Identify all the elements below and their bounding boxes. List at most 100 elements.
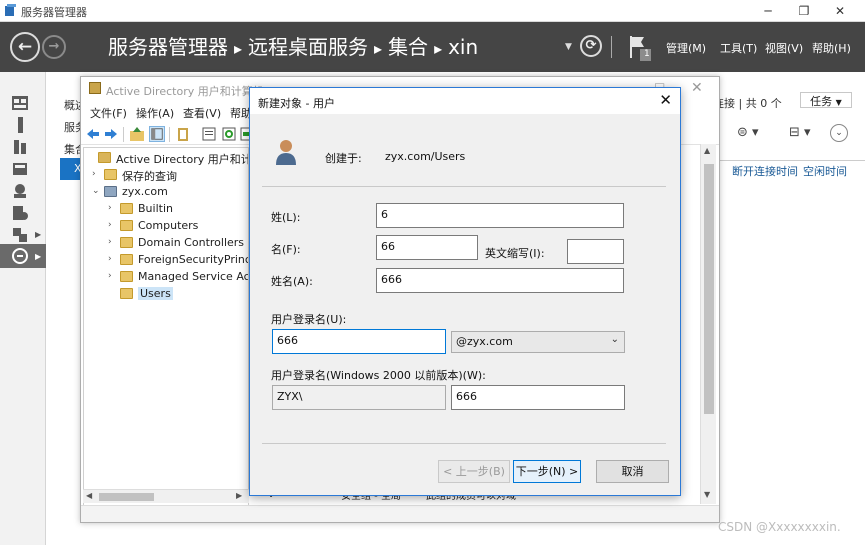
folder-icon bbox=[120, 288, 133, 299]
column-header-divider bbox=[718, 160, 865, 161]
refresh-icon[interactable] bbox=[221, 126, 237, 142]
tree-expander-icon[interactable]: › bbox=[108, 220, 118, 230]
scroll-down-icon[interactable]: ▼ bbox=[704, 490, 710, 499]
tree-horizontal-scrollbar[interactable]: ◀ ▶ bbox=[83, 489, 249, 503]
logon-name-label: 用户登录名(U): bbox=[271, 313, 347, 326]
aduc-close-button[interactable]: ✕ bbox=[691, 80, 703, 96]
menu-help[interactable]: 帮助(H) bbox=[812, 40, 851, 56]
show-tree-icon[interactable] bbox=[149, 126, 165, 142]
scroll-thumb[interactable] bbox=[99, 493, 154, 501]
scroll-left-icon[interactable]: ◀ bbox=[86, 491, 92, 500]
properties-icon[interactable] bbox=[201, 126, 217, 142]
scroll-up-icon[interactable]: ▲ bbox=[704, 146, 710, 155]
tree-item-label: Domain Controllers bbox=[138, 236, 245, 249]
collapse-section-icon[interactable]: ⌄ bbox=[830, 124, 848, 142]
expand-arrow-icon[interactable]: ▶ bbox=[35, 252, 41, 261]
rds-role-icon[interactable] bbox=[11, 204, 29, 222]
tree-item-label: Computers bbox=[138, 219, 199, 232]
tree-item-label: 保存的查询 bbox=[122, 170, 177, 183]
folder-icon bbox=[120, 237, 133, 248]
aduc-menu-action[interactable]: 操作(A) bbox=[136, 105, 174, 121]
tasks-dropdown-label: 任务 bbox=[810, 95, 833, 108]
restore-button[interactable]: ❐ bbox=[789, 2, 819, 20]
scroll-thumb[interactable] bbox=[704, 164, 714, 414]
folder-icon bbox=[120, 254, 133, 265]
initials-field[interactable] bbox=[567, 239, 624, 264]
menu-view[interactable]: 视图(V) bbox=[765, 40, 803, 56]
clipboard-icon[interactable] bbox=[175, 126, 191, 142]
upn-suffix-dropdown[interactable]: @zyx.com ⌄ bbox=[451, 331, 625, 353]
list-view-icon[interactable]: ⊜ ▾ bbox=[737, 125, 759, 140]
next-button[interactable]: 下一步(N) > bbox=[513, 460, 581, 483]
toolbar-separator bbox=[169, 127, 170, 142]
tree-expander-icon[interactable]: › bbox=[92, 169, 102, 179]
tree-expander-icon[interactable]: › bbox=[108, 254, 118, 264]
created-in-value: zyx.com/Users bbox=[385, 150, 466, 163]
scroll-right-icon[interactable]: ▶ bbox=[236, 491, 242, 500]
domain-icon bbox=[104, 186, 117, 197]
iis-icon[interactable] bbox=[11, 182, 29, 200]
column-disconnect-time[interactable]: 断开连接时间 bbox=[732, 163, 798, 179]
collection-selected-item[interactable]: X bbox=[60, 158, 82, 180]
tree-item-label: ForeignSecurityPrincipals bbox=[138, 253, 248, 266]
history-dropdown-icon[interactable]: ▼ bbox=[565, 42, 572, 52]
tree-expander-icon[interactable]: ⌄ bbox=[92, 186, 102, 196]
window-title: 服务器管理器 bbox=[21, 6, 87, 19]
tree-item-label: Builtin bbox=[138, 202, 173, 215]
back-button[interactable]: < 上一步(B) bbox=[438, 460, 510, 483]
dialog-titlebar: 新建对象 - 用户 ✕ bbox=[250, 88, 680, 114]
watermark: CSDN @Xxxxxxxxin. bbox=[718, 520, 841, 534]
breadcrumb-separator-icon: ▸ bbox=[434, 39, 443, 58]
column-idle-time[interactable]: 空闲时间 bbox=[803, 163, 847, 179]
dialog-close-button[interactable]: ✕ bbox=[659, 91, 672, 109]
up-folder-icon[interactable] bbox=[129, 126, 145, 142]
remote-desktop-icon[interactable] bbox=[11, 247, 29, 265]
expand-arrow-icon[interactable]: ▶ bbox=[35, 230, 41, 239]
folder-icon bbox=[120, 220, 133, 231]
first-name-field[interactable]: 66 bbox=[376, 235, 478, 260]
connections-status: 连接 | 共 0 个 bbox=[713, 97, 782, 110]
menu-tools[interactable]: 工具(T) bbox=[720, 40, 757, 56]
local-server-icon[interactable] bbox=[11, 116, 29, 134]
chevron-down-icon: ▼ bbox=[835, 98, 842, 107]
tree-expander-icon[interactable]: › bbox=[108, 237, 118, 247]
back-icon[interactable] bbox=[85, 126, 101, 142]
breadcrumb-item-server-manager[interactable]: 服务器管理器 bbox=[108, 35, 228, 59]
dialog-body: 创建于: zyx.com/Users 姓(L): 6 名(F): 66 英文缩写… bbox=[250, 114, 680, 495]
pre2000-label: 用户登录名(Windows 2000 以前版本)(W): bbox=[271, 369, 486, 382]
dashboard-icon[interactable] bbox=[11, 94, 29, 112]
pre2000-logon-field[interactable]: 666 bbox=[451, 385, 625, 410]
last-name-field[interactable]: 6 bbox=[376, 203, 624, 228]
notification-count: 1 bbox=[644, 49, 650, 59]
new-user-dialog: 新建对象 - 用户 ✕ 创建于: zyx.com/Users 姓(L): 6 名… bbox=[249, 87, 681, 496]
cancel-button[interactable]: 取消 bbox=[596, 460, 669, 483]
list-vertical-scrollbar[interactable]: ▲ ▼ bbox=[700, 144, 716, 504]
menu-manage[interactable]: 管理(M) bbox=[666, 40, 706, 56]
forward-arrow-icon[interactable]: → bbox=[42, 35, 66, 59]
save-view-icon[interactable]: ⊟ ▾ bbox=[789, 125, 811, 140]
created-in-label: 创建于: bbox=[325, 152, 362, 165]
logon-name-field[interactable]: 666 bbox=[272, 329, 446, 354]
all-servers-icon[interactable] bbox=[11, 138, 29, 156]
minimize-button[interactable]: ─ bbox=[753, 2, 783, 20]
file-storage-icon[interactable] bbox=[11, 160, 29, 178]
back-arrow-icon[interactable]: ← bbox=[10, 32, 40, 62]
close-button[interactable]: ✕ bbox=[825, 2, 855, 20]
forward-icon[interactable] bbox=[103, 126, 119, 142]
ad-role-icon[interactable] bbox=[11, 226, 29, 244]
breadcrumb-item-collections[interactable]: 集合 bbox=[388, 35, 428, 59]
tree-expander-icon[interactable]: › bbox=[108, 271, 118, 281]
aduc-menu-file[interactable]: 文件(F) bbox=[90, 105, 127, 121]
full-name-field[interactable]: 666 bbox=[376, 268, 624, 293]
user-icon bbox=[276, 140, 296, 165]
upn-suffix-value: @zyx.com bbox=[456, 335, 513, 348]
aduc-menu-view[interactable]: 查看(V) bbox=[183, 105, 221, 121]
folder-icon bbox=[104, 169, 117, 180]
refresh-icon[interactable]: ⟳ bbox=[580, 35, 602, 57]
first-name-label: 名(F): bbox=[271, 243, 301, 256]
aduc-tree-pane: Active Directory 用户和计算机 › 保存的查询 ⌄ zyx.com › Bu… bbox=[83, 147, 249, 507]
tree-expander-icon[interactable]: › bbox=[108, 203, 118, 213]
breadcrumb-item-rds[interactable]: 远程桌面服务 bbox=[248, 35, 368, 59]
tasks-dropdown[interactable]: 任务 ▼ bbox=[800, 92, 852, 108]
aduc-app-icon bbox=[89, 82, 101, 94]
